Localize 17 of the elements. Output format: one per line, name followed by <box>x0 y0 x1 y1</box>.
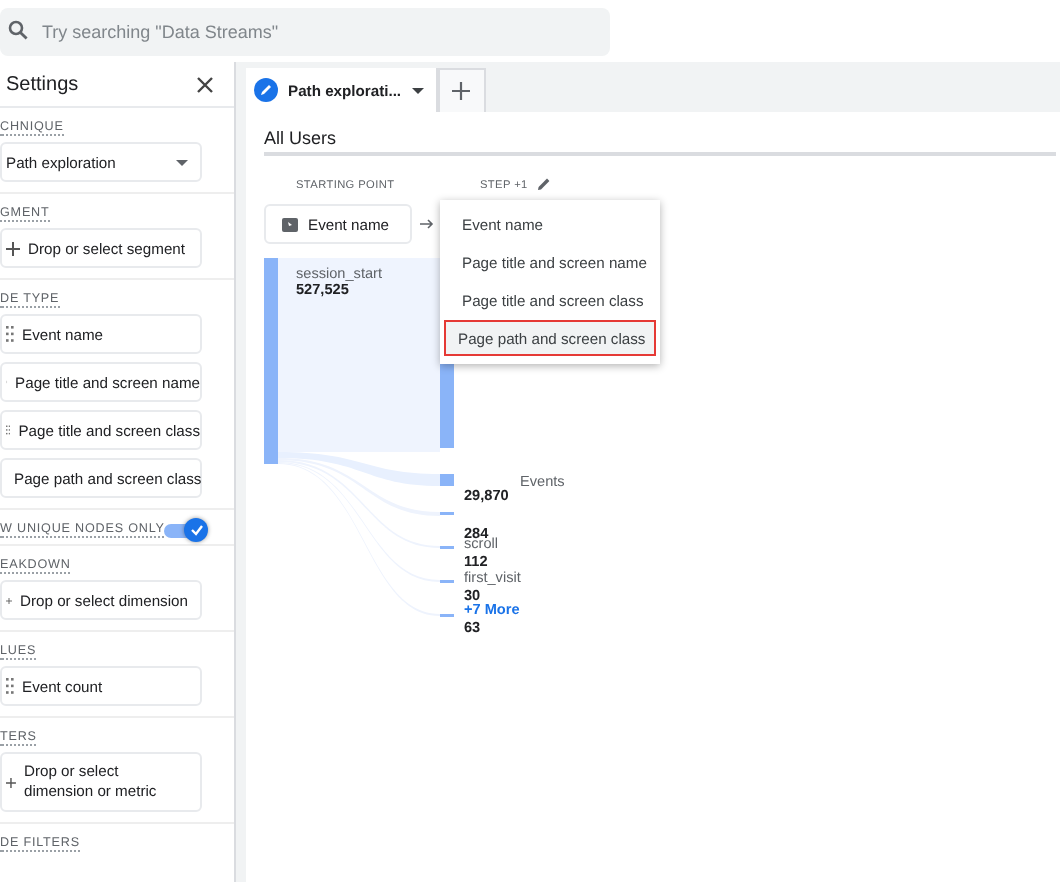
search-field[interactable]: Try searching "Data Streams" <box>0 7 610 55</box>
arrow-icon <box>420 218 434 230</box>
panel-title: Settings <box>6 73 79 95</box>
plus-icon <box>6 593 12 607</box>
pencil-icon[interactable] <box>536 176 552 192</box>
toggle-switch[interactable] <box>164 518 204 542</box>
plus-icon <box>6 241 20 255</box>
event-icon <box>282 217 298 231</box>
segment-label: All Users <box>264 128 1056 156</box>
caret-icon <box>176 159 188 165</box>
add-tab-button[interactable] <box>437 68 486 112</box>
plus-icon <box>452 82 471 100</box>
pencil-icon <box>254 78 278 102</box>
check-icon <box>189 524 204 536</box>
caret-icon <box>411 87 424 93</box>
plus-icon <box>6 775 16 789</box>
search-icon <box>8 20 28 40</box>
